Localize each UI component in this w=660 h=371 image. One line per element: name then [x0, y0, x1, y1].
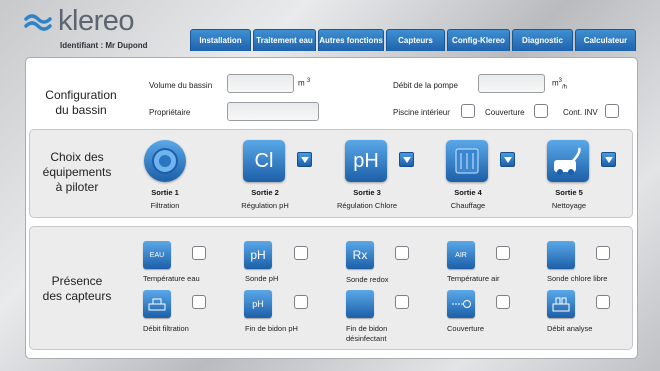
user-identifier: Identifiant : Mr Dupond — [60, 41, 148, 50]
sonde-chlore-libre-checkbox[interactable] — [596, 246, 610, 260]
debit-analyse-checkbox[interactable] — [596, 295, 610, 309]
couverture-config-label: Couverture — [485, 108, 525, 117]
proprietaire-input[interactable] — [227, 102, 319, 121]
volume-input[interactable] — [227, 74, 294, 93]
sonde-redox-label: Sonde redox — [346, 275, 389, 284]
proprietaire-label: Propriétaire — [149, 108, 191, 117]
installation-panel: Configuration du bassin Volume du bassin… — [25, 57, 638, 359]
debit-unit: m3/h — [552, 78, 568, 91]
water-temperature-icon: EAU — [143, 241, 171, 269]
ph-canister-icon: pH — [244, 290, 272, 318]
sortie-3-sub: Régulation Chlore — [336, 201, 398, 210]
tab-config-klereo[interactable]: Config-Klereo — [447, 29, 510, 51]
temperature-air-label: Température air — [447, 274, 500, 283]
chlorine-icon[interactable]: Cl — [243, 140, 285, 182]
analysis-flow-icon — [547, 290, 575, 318]
cont-inv-checkbox[interactable] — [605, 104, 619, 118]
fin-bidon-ph-checkbox[interactable] — [294, 295, 308, 309]
temperature-air-checkbox[interactable] — [496, 246, 510, 260]
couverture-sensor-label: Couverture — [447, 324, 485, 333]
volume-label: Volume du bassin — [149, 81, 213, 90]
fin-bidon-desinfectant-line1: Fin de bidon — [346, 324, 388, 333]
tab-traitement-eau[interactable]: Traitement eau — [253, 29, 316, 51]
main-tabs: Installation Traitement eau Autres fonct… — [190, 29, 636, 51]
capteurs-title-line1: Présence — [51, 274, 103, 288]
sortie-4-sub: Chauffage — [450, 201, 486, 210]
piscine-checkbox[interactable] — [461, 104, 475, 118]
debit-filtration-checkbox[interactable] — [192, 295, 206, 309]
logo-text: klereo — [58, 5, 135, 37]
sortie-3-dropdown[interactable] — [399, 152, 414, 167]
klereo-logo: klereo — [24, 5, 135, 37]
sonde-ph-checkbox[interactable] — [294, 246, 308, 260]
equipements-title-line2: équipements — [42, 165, 112, 179]
tab-diagnostic[interactable]: Diagnostic — [512, 29, 573, 51]
sortie-5-name: Sortie 5 — [555, 188, 583, 197]
fin-bidon-desinfectant-line2: désinfectant — [346, 334, 387, 343]
tab-installation[interactable]: Installation — [190, 29, 251, 51]
cover-icon — [447, 290, 475, 318]
capteurs-section: Présence des capteurs EAU Température ea… — [29, 226, 633, 350]
wave-logo-icon — [24, 14, 52, 31]
tab-autres-fonctions[interactable]: Autres fonctions — [318, 29, 384, 51]
chlorine-probe-icon — [547, 241, 575, 269]
sortie-2-dropdown[interactable] — [297, 152, 312, 167]
piscine-label: Piscine intérieur — [393, 108, 450, 117]
sortie-1-name: Sortie 1 — [151, 188, 179, 197]
sortie-5-sub: Nettoyage — [551, 201, 587, 210]
sortie-4-name: Sortie 4 — [454, 188, 482, 197]
capteurs-title-line2: des capteurs — [42, 289, 112, 303]
redox-probe-icon: Rx — [346, 241, 374, 269]
equipements-title-line3: à piloter — [55, 180, 99, 194]
temperature-eau-label: Température eau — [143, 274, 200, 283]
sortie-2-sub: Régulation pH — [241, 201, 289, 210]
debit-label: Débit de la pompe — [393, 81, 458, 90]
config-section-title: Configuration du bassin — [31, 88, 131, 118]
fin-bidon-ph-label: Fin de bidon pH — [245, 324, 298, 333]
sortie-4-dropdown[interactable] — [500, 152, 515, 167]
debit-input[interactable] — [478, 74, 545, 93]
pump-icon[interactable] — [144, 140, 186, 182]
tab-capteurs[interactable]: Capteurs — [386, 29, 445, 51]
temperature-eau-checkbox[interactable] — [192, 246, 206, 260]
couverture-sensor-checkbox[interactable] — [496, 295, 510, 309]
sortie-3-name: Sortie 3 — [353, 188, 381, 197]
sortie-1-sub: Filtration — [150, 201, 180, 210]
sonde-redox-checkbox[interactable] — [395, 246, 409, 260]
ph-probe-icon: pH — [244, 241, 272, 269]
sortie-2-name: Sortie 2 — [251, 188, 279, 197]
sonde-chlore-libre-label: Sonde chlore libre — [547, 274, 608, 283]
fin-bidon-desinfectant-label: Fin de bidon désinfectant — [346, 324, 456, 344]
equipements-title: Choix des équipements à piloter — [32, 150, 122, 195]
air-temperature-icon: AIR — [447, 241, 475, 269]
equipements-section: Choix des équipements à piloter Sortie 1… — [29, 129, 633, 218]
cont-inv-label: Cont. INV — [563, 108, 598, 117]
debit-filtration-label: Débit filtration — [143, 324, 189, 333]
couverture-config-checkbox[interactable] — [534, 104, 548, 118]
volume-unit: m 3 — [298, 78, 311, 88]
disinfectant-canister-icon — [346, 290, 374, 318]
sortie-5-dropdown[interactable] — [601, 152, 616, 167]
config-title-line2: du bassin — [55, 103, 107, 117]
debit-analyse-label: Débit analyse — [547, 324, 593, 333]
fin-bidon-desinfectant-checkbox[interactable] — [395, 295, 409, 309]
flow-icon — [143, 290, 171, 318]
config-title-line1: Configuration — [45, 88, 117, 102]
sonde-ph-label: Sonde pH — [245, 274, 279, 283]
heater-icon[interactable] — [446, 140, 488, 182]
pool-robot-icon[interactable] — [547, 140, 589, 182]
equipements-title-line1: Choix des — [50, 150, 104, 164]
capteurs-title: Présence des capteurs — [32, 274, 122, 304]
tab-calculateur[interactable]: Calculateur — [575, 29, 636, 51]
ph-icon[interactable]: pH — [345, 140, 387, 182]
